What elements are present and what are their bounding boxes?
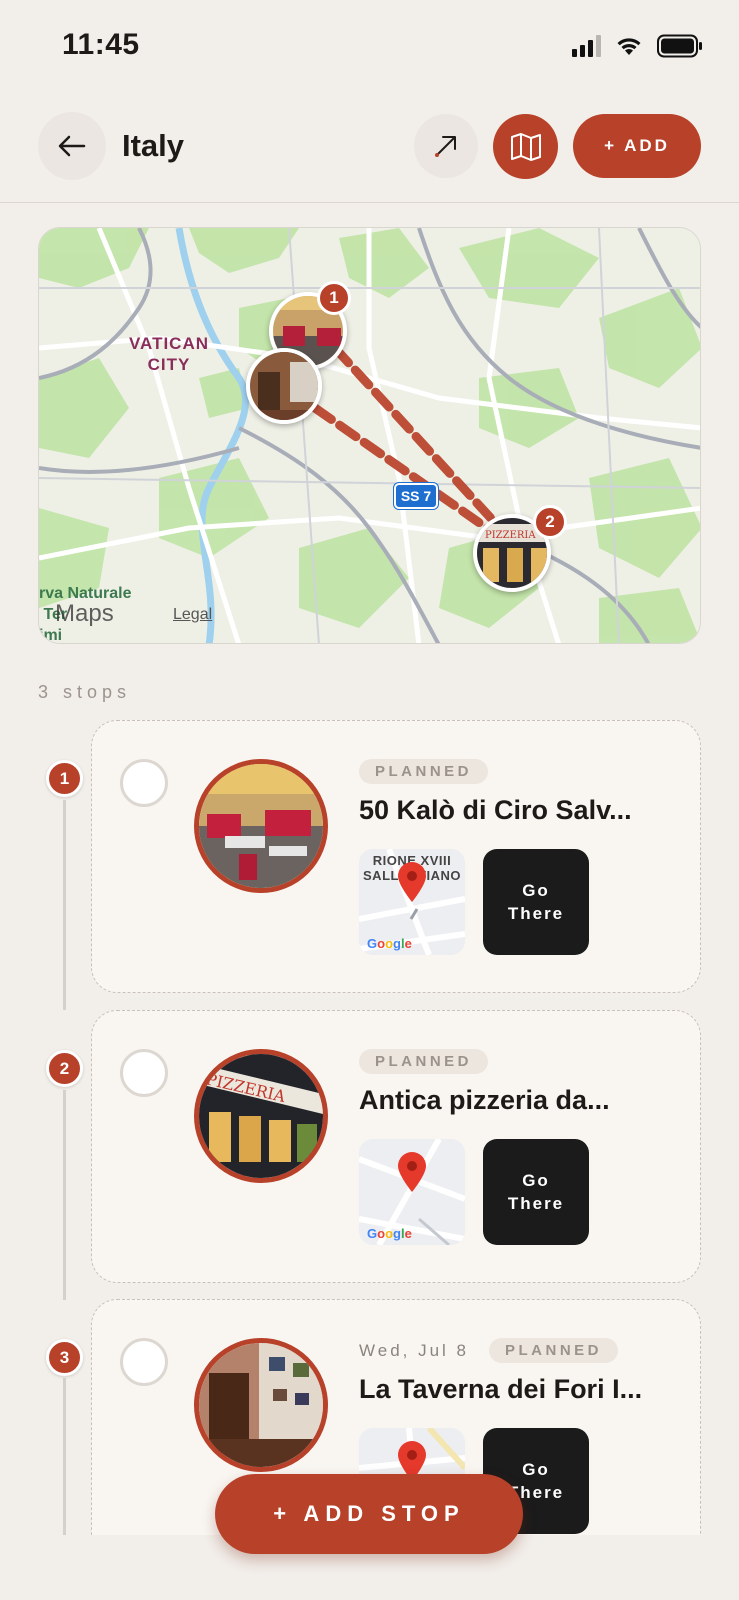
- stop-meta: Wed, Jul 8 PLANNED: [359, 1338, 619, 1363]
- stop-photo[interactable]: PIZZERIA: [194, 1049, 328, 1183]
- restaurant-interior-photo: [199, 764, 323, 888]
- map-icon: [510, 132, 541, 161]
- google-logo: Google: [367, 1226, 412, 1241]
- stop-mini-map[interactable]: RIONE XVIII SALLUSTIANO Google: [359, 849, 465, 955]
- go-there-button[interactable]: Go There: [483, 1139, 589, 1245]
- page-title: Italy: [122, 128, 185, 163]
- location-pin-icon: [398, 1152, 426, 1192]
- stop-date: Wed, Jul 8: [359, 1340, 470, 1360]
- stop-photo[interactable]: [194, 1338, 328, 1472]
- svg-text:PIZZERIA: PIZZERIA: [485, 530, 536, 541]
- battery-icon: [657, 34, 702, 58]
- stop-name: Antica pizzeria da...: [359, 1085, 610, 1115]
- header: Italy + ADD: [0, 100, 739, 203]
- stop-meta: PLANNED: [359, 1049, 489, 1074]
- trip-map[interactable]: VATICAN CITY SS 7 rva Naturale Ter imi M…: [38, 227, 701, 644]
- map-view-button[interactable]: [493, 114, 558, 179]
- go-there-button[interactable]: Go There: [483, 849, 589, 955]
- arrow-left-icon: [58, 135, 86, 157]
- stop-number-badge: 3: [46, 1339, 83, 1376]
- map-pin-photo-3[interactable]: [246, 348, 322, 424]
- arrow-up-right-icon: [435, 136, 456, 157]
- google-logo: Google: [367, 936, 412, 951]
- stop-number-badge: 2: [46, 1050, 83, 1087]
- stops-count: 3 stops: [38, 682, 132, 702]
- map-pin-number: 1: [317, 281, 351, 315]
- map-background: [39, 228, 700, 643]
- status-icons: [572, 34, 703, 58]
- stop-checkbox[interactable]: [120, 1049, 168, 1097]
- status-bar: 11:45: [0, 0, 739, 96]
- timeline-line: [63, 800, 66, 1010]
- cellular-signal-icon: [572, 35, 601, 57]
- location-pin-icon: [398, 862, 426, 902]
- stop-photo[interactable]: [194, 759, 328, 893]
- add-button[interactable]: + ADD: [573, 114, 701, 178]
- map-pin-number: 2: [533, 505, 567, 539]
- status-time: 11:45: [62, 28, 140, 61]
- status-badge: PLANNED: [359, 1049, 489, 1074]
- stop-checkbox[interactable]: [120, 759, 168, 807]
- stop-mini-map[interactable]: Google: [359, 1139, 465, 1245]
- timeline-line: [63, 1378, 66, 1538]
- stop-name: 50 Kalò di Ciro Salv...: [359, 795, 632, 825]
- stop-checkbox[interactable]: [120, 1338, 168, 1386]
- taverna-interior-photo: [199, 1343, 323, 1467]
- back-button[interactable]: [38, 112, 106, 180]
- stop-number-badge: 1: [46, 760, 83, 797]
- legal-link[interactable]: Legal: [173, 606, 212, 624]
- vatican-city-label: VATICAN CITY: [128, 334, 210, 374]
- add-stop-button[interactable]: + ADD STOP: [215, 1474, 523, 1554]
- wifi-icon: [617, 38, 641, 55]
- apple-maps-logo: Maps: [55, 600, 114, 627]
- status-badge: PLANNED: [359, 759, 489, 784]
- share-button[interactable]: [414, 114, 478, 178]
- stop-card[interactable]: PLANNED 50 Kalò di Ciro Salv... RIONE XV…: [91, 720, 701, 993]
- timeline-line: [63, 1090, 66, 1300]
- stop-card[interactable]: PIZZERIA PLANNED Antica pizzeria da... G…: [91, 1010, 701, 1283]
- stop-name: La Taverna dei Fori I...: [359, 1374, 643, 1404]
- status-badge: PLANNED: [489, 1338, 619, 1363]
- road-shield: SS 7: [393, 482, 439, 510]
- stop-meta: PLANNED: [359, 759, 489, 784]
- pizzeria-storefront-photo: PIZZERIA: [199, 1054, 323, 1178]
